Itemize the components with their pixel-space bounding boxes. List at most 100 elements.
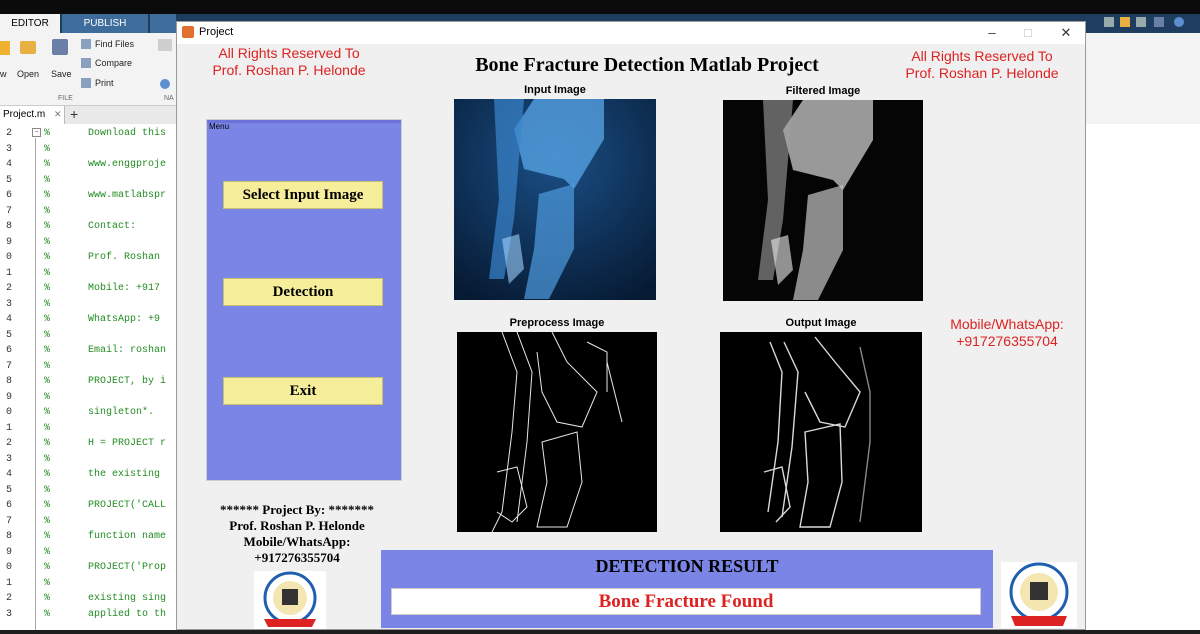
close-icon[interactable]: ✕ — [54, 109, 62, 120]
comment-marker: % — [44, 608, 51, 620]
minimize-button[interactable]: – — [977, 24, 1007, 42]
line-number: 3 — [5, 453, 12, 465]
line-number: 6 — [5, 190, 12, 201]
code-line[interactable]: Email: roshan — [88, 345, 166, 356]
maximize-button[interactable]: □ — [1013, 24, 1043, 42]
detection-button[interactable]: Detection — [223, 278, 383, 306]
line-number: 2 — [5, 593, 12, 604]
comment-marker: % — [44, 345, 51, 356]
toolbar-icon[interactable] — [1120, 17, 1130, 27]
line-number: 1 — [5, 422, 12, 434]
new-icon[interactable] — [0, 41, 10, 55]
credits-line2: Prof. Roshan P. Helonde — [229, 518, 365, 533]
line-number: 3 — [5, 298, 12, 310]
save-button[interactable]: Save — [51, 69, 72, 79]
file-tab-bar: Project.m ✕ + — [0, 106, 176, 125]
file-tab-label: Project.m — [3, 109, 46, 120]
section-navigate-label: NA — [164, 95, 174, 102]
preprocess-image — [457, 332, 657, 532]
window-title: Project — [199, 26, 234, 38]
line-number: 2 — [5, 438, 12, 449]
line-number: 6 — [5, 500, 12, 511]
line-number: 3 — [5, 608, 12, 620]
line-number: 8 — [5, 376, 12, 387]
credits-line1: ****** Project By: ******* — [220, 502, 374, 517]
code-line[interactable]: WhatsApp: +9 — [88, 314, 160, 325]
line-number: 2 — [5, 128, 12, 139]
line-number: 8 — [5, 221, 12, 232]
comment-marker: % — [44, 205, 51, 217]
code-editor[interactable]: 2% 3% 4% 5% 6% 7% 8% 9% 0% 1% 2% 3% 4% 5% 6% 7% 8% 9% 0% 1%… — [0, 124, 176, 630]
right-tab-strip — [1086, 14, 1200, 33]
rights-left-line1: All Rights Reserved To — [218, 45, 360, 61]
line-number: 8 — [5, 531, 12, 542]
comment-marker: % — [44, 252, 51, 263]
find-files-button[interactable]: Find Files — [95, 39, 134, 49]
code-line[interactable]: H = PROJECT r — [88, 438, 166, 449]
comment-marker: % — [44, 531, 51, 542]
toolbar-icon[interactable] — [1154, 17, 1164, 27]
print-button[interactable]: Print — [95, 78, 114, 88]
compare-button[interactable]: Compare — [95, 58, 132, 68]
compare-icon[interactable] — [81, 58, 91, 68]
credits-line3: Mobile/WhatsApp: — [243, 534, 351, 549]
tab-publish[interactable]: PUBLISH — [62, 14, 148, 33]
code-line[interactable]: the existing — [88, 469, 160, 480]
code-line[interactable]: Mobile: +917 — [88, 283, 160, 294]
search-icon[interactable] — [160, 79, 170, 89]
tab-editor[interactable]: EDITOR — [0, 14, 60, 33]
open-folder-icon[interactable] — [20, 41, 36, 54]
close-button[interactable]: ✕ — [1051, 24, 1081, 42]
help-icon[interactable] — [1174, 17, 1184, 27]
save-icon[interactable] — [52, 39, 68, 55]
find-files-icon[interactable] — [81, 39, 91, 49]
code-line[interactable]: PROJECT, by i — [88, 376, 166, 387]
line-number: 0 — [5, 252, 12, 263]
toolbar-icon[interactable] — [1104, 17, 1114, 27]
add-tab-button[interactable]: + — [70, 106, 78, 122]
navigate-icon[interactable] — [158, 39, 172, 51]
comment-marker: % — [44, 484, 51, 496]
code-line[interactable]: singleton*. — [88, 407, 154, 418]
comment-marker: % — [44, 500, 51, 511]
code-line[interactable]: PROJECT('CALL — [88, 500, 166, 511]
code-line[interactable]: www.enggproje — [88, 159, 166, 170]
code-line[interactable]: Contact: — [88, 221, 136, 232]
logo-left — [254, 571, 326, 629]
detection-result-title: DETECTION RESULT — [595, 556, 779, 576]
preprocess-image-label: Preprocess Image — [509, 317, 605, 329]
exit-button[interactable]: Exit — [223, 377, 383, 405]
code-line[interactable]: existing sing — [88, 593, 166, 604]
code-line[interactable]: www.matlabspr — [88, 190, 166, 201]
comment-marker: % — [44, 143, 51, 155]
window-titlebar[interactable]: Project – □ ✕ — [177, 22, 1085, 44]
toolbar-icon[interactable] — [1136, 17, 1146, 27]
filtered-image-label: Filtered Image — [785, 85, 861, 97]
comment-marker: % — [44, 453, 51, 465]
fold-toggle-icon[interactable]: − — [32, 128, 41, 137]
select-input-image-button[interactable]: Select Input Image — [223, 181, 383, 209]
comment-marker: % — [44, 577, 51, 589]
code-line[interactable]: PROJECT('Prop — [88, 562, 166, 573]
line-number: 5 — [5, 484, 12, 496]
line-number: 0 — [5, 562, 12, 573]
comment-marker: % — [44, 159, 51, 170]
line-number: 3 — [5, 143, 12, 155]
comment-marker: % — [44, 562, 51, 573]
code-line[interactable]: Prof. Roshan — [88, 252, 160, 263]
comment-marker: % — [44, 593, 51, 604]
code-line[interactable]: Download this — [88, 128, 166, 139]
file-tab-project[interactable]: Project.m ✕ — [0, 106, 65, 124]
line-number: 4 — [5, 159, 12, 170]
line-number: 9 — [5, 236, 12, 248]
line-number: 9 — [5, 546, 12, 558]
code-line[interactable]: applied to th — [88, 609, 166, 620]
line-number: 2 — [5, 283, 12, 294]
code-line[interactable]: function name — [88, 531, 166, 542]
comment-marker: % — [44, 190, 51, 201]
line-number: 7 — [5, 205, 12, 217]
open-button[interactable]: Open — [17, 69, 39, 79]
line-number: 5 — [5, 329, 12, 341]
print-icon[interactable] — [81, 78, 91, 88]
tab-view[interactable] — [150, 14, 176, 33]
